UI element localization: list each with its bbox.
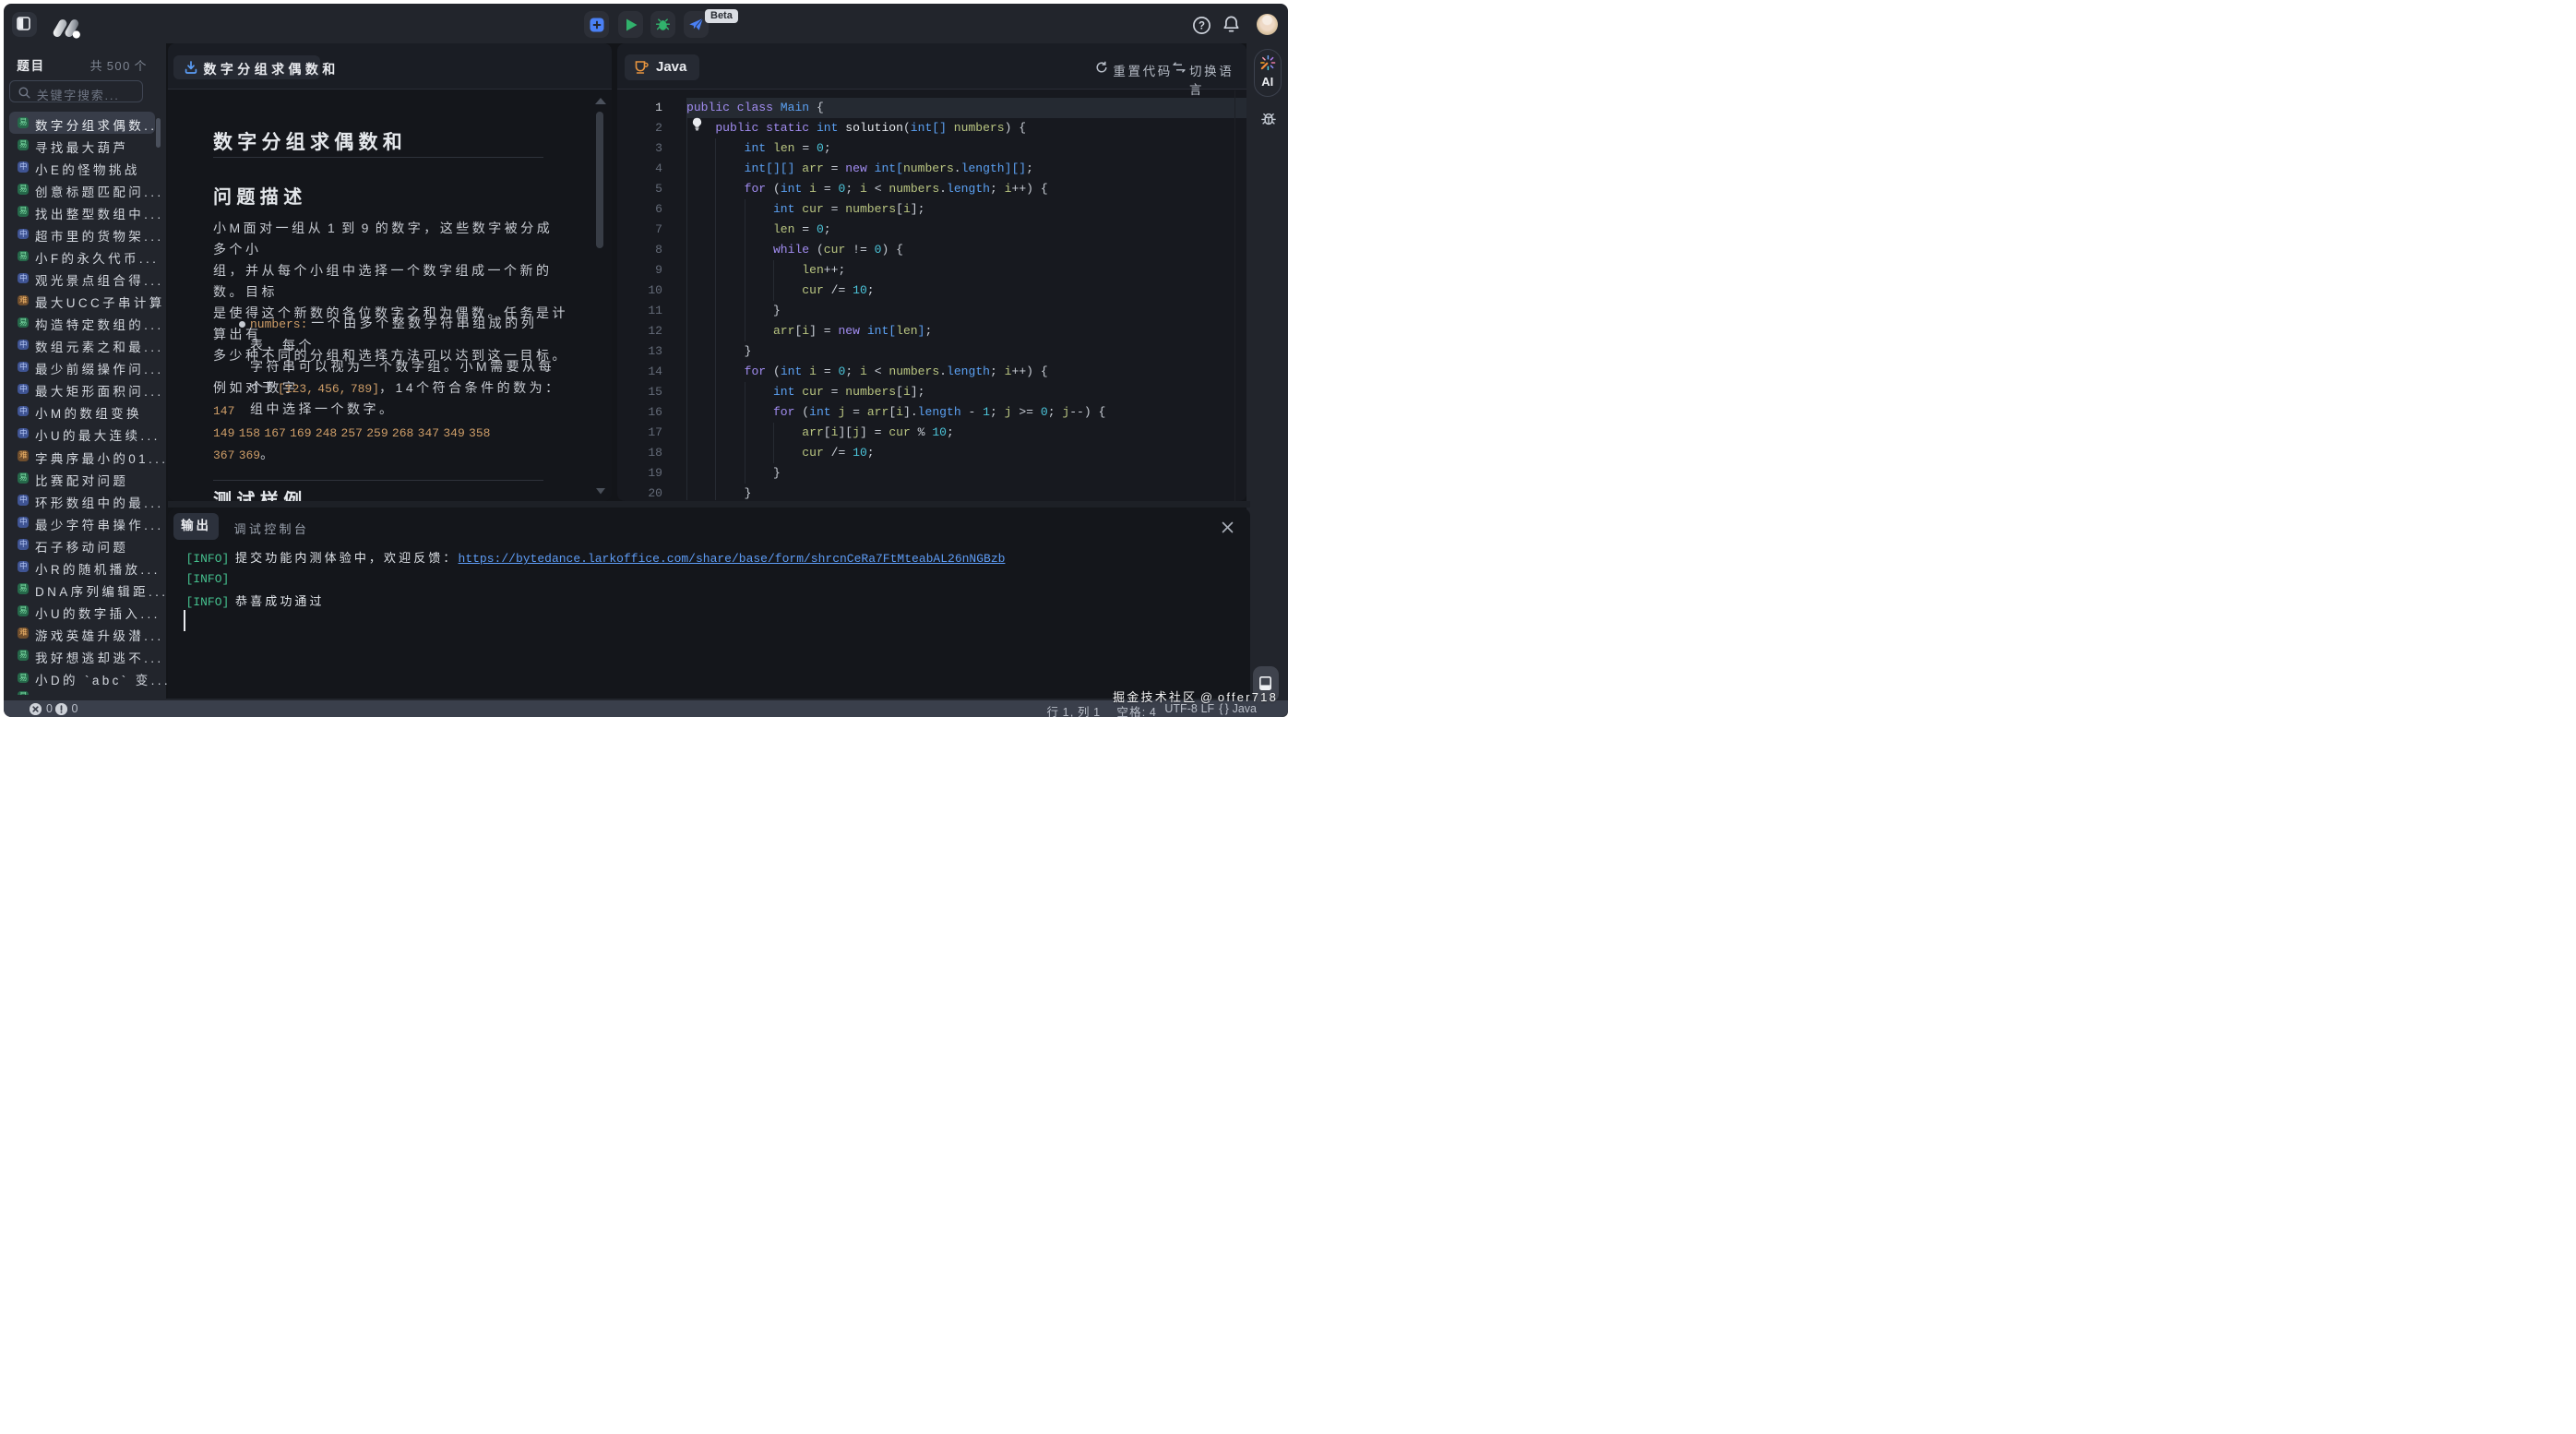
svg-text:?: ? [1199,20,1205,31]
